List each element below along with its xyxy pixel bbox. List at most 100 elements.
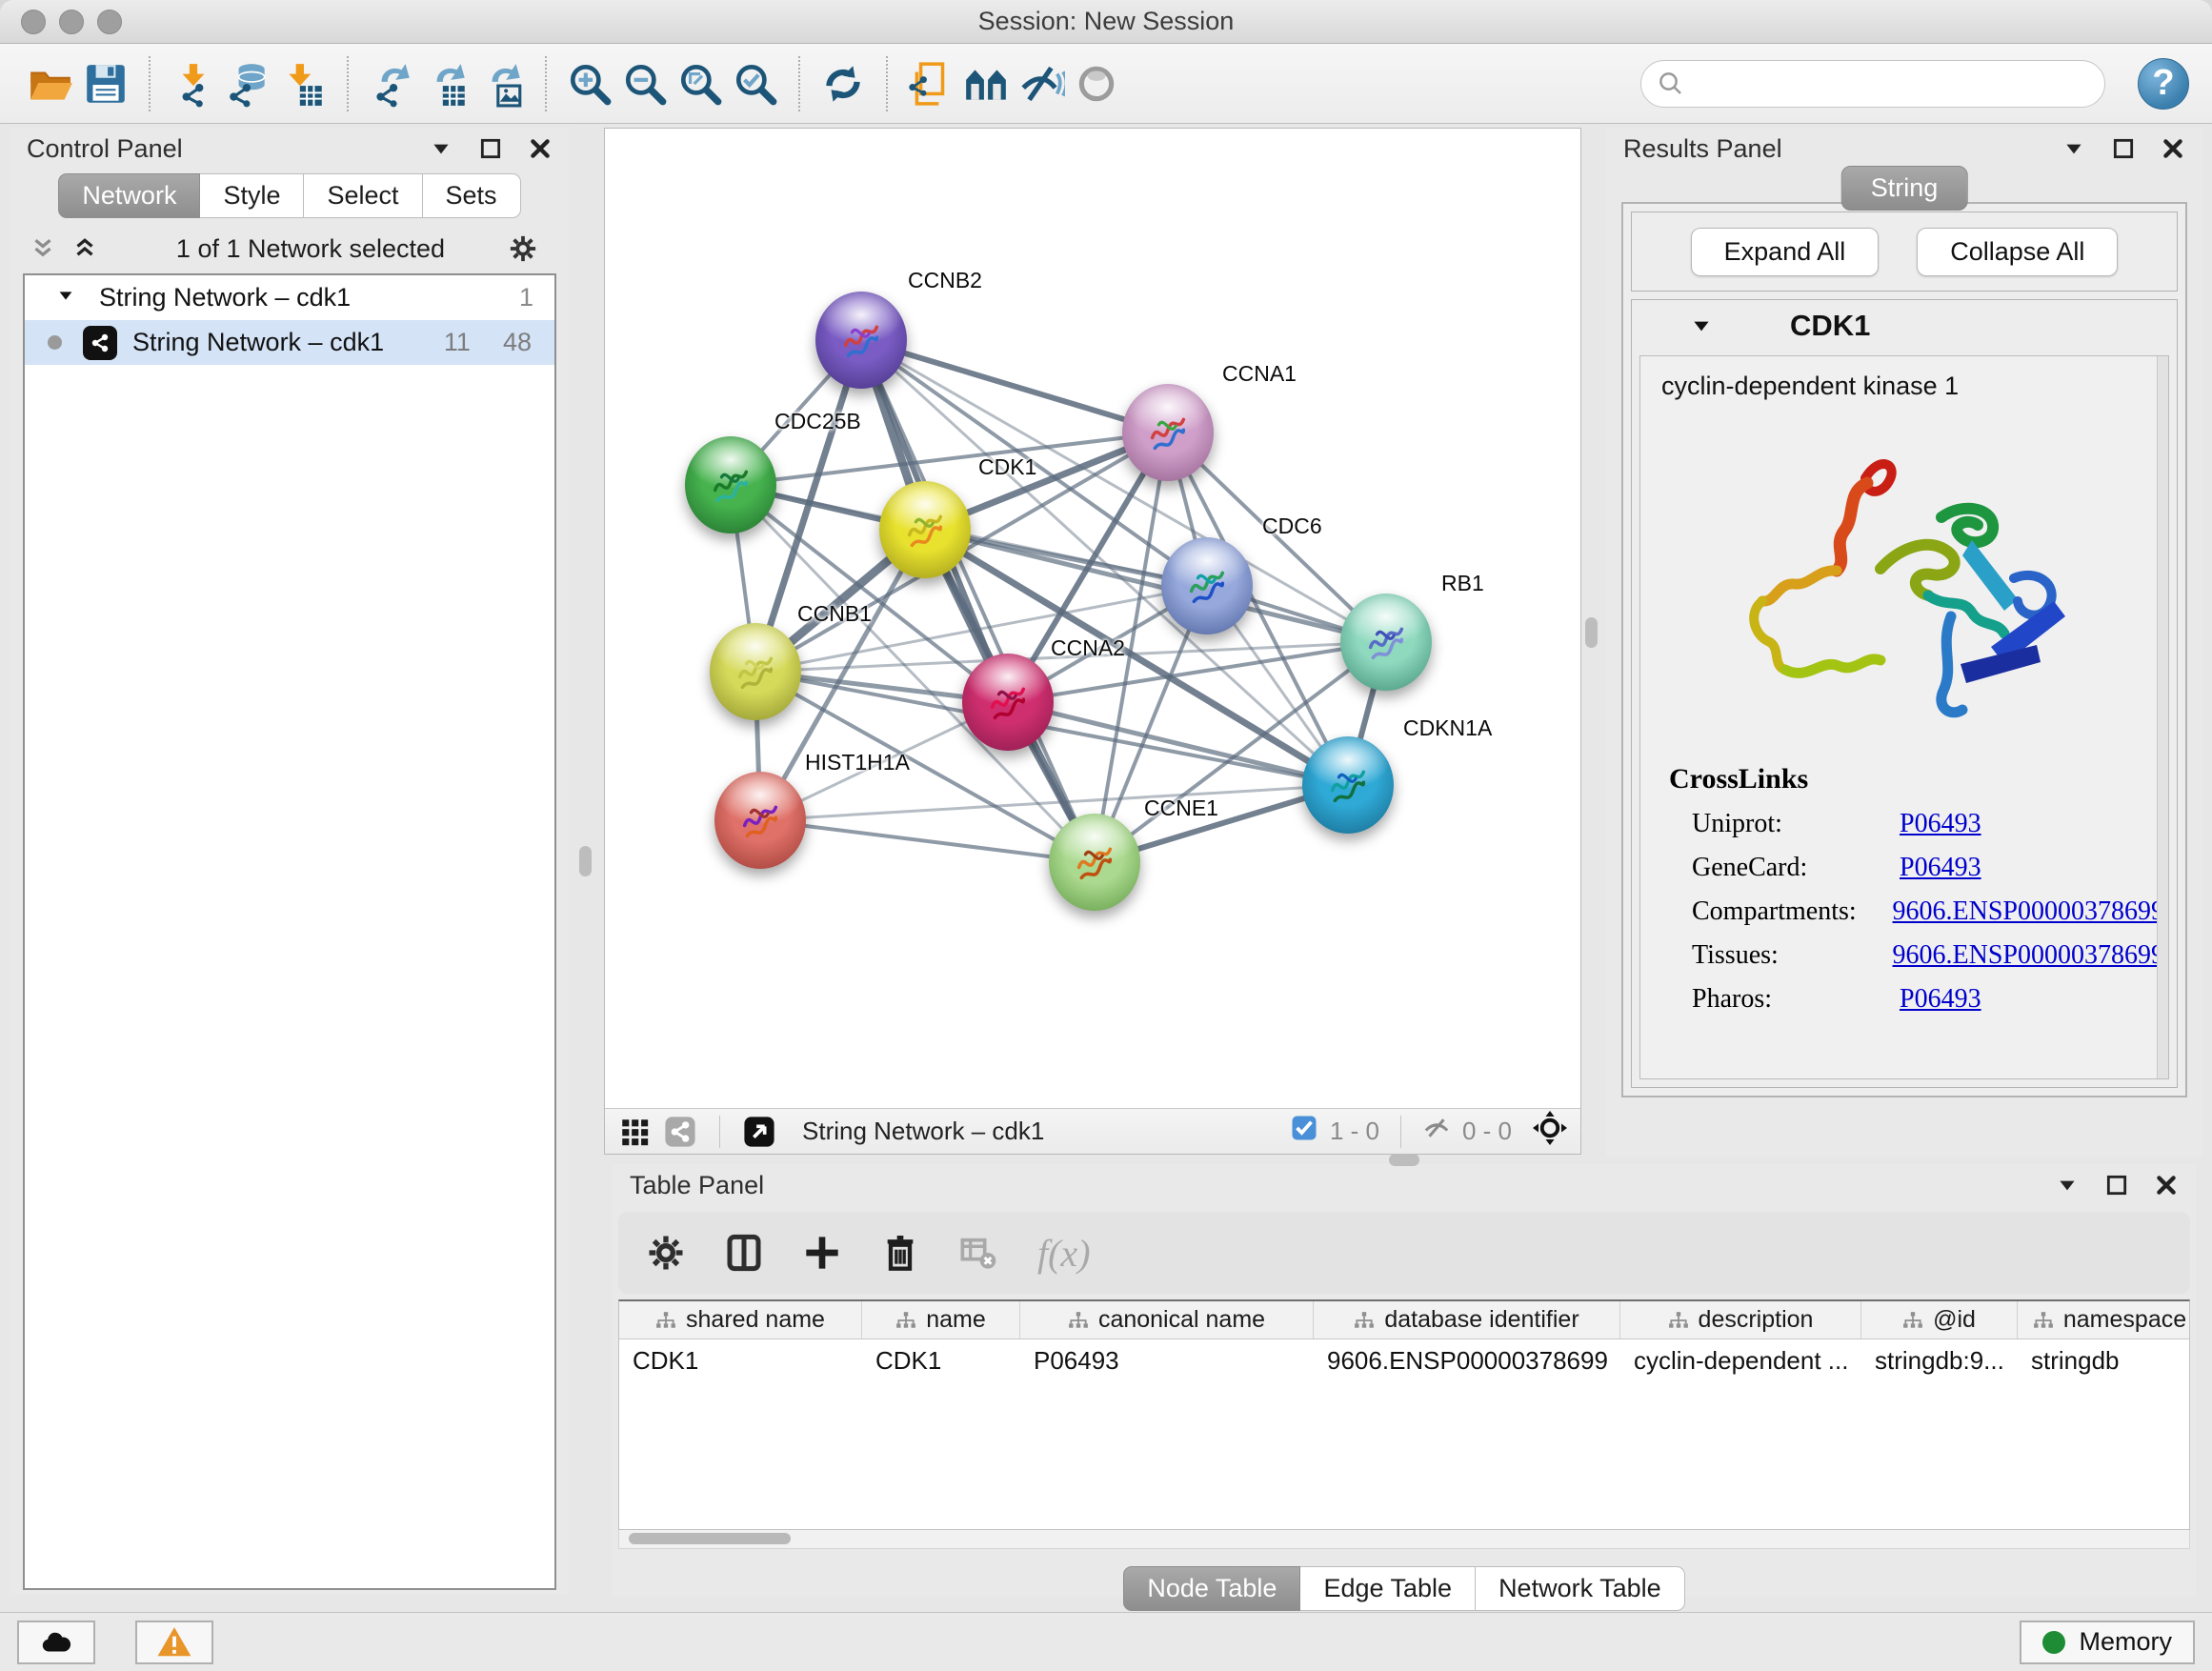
column-header-database-identifier[interactable]: database identifier (1314, 1301, 1620, 1339)
birdseye-icon[interactable] (1533, 1111, 1567, 1152)
tab-string[interactable]: String (1841, 166, 1968, 211)
column-header-canonical-name[interactable]: canonical name (1020, 1301, 1314, 1339)
expand-all-button[interactable]: Expand All (1691, 228, 1880, 276)
network-edge[interactable] (760, 820, 1095, 862)
selected-checkbox-icon[interactable] (1290, 1114, 1318, 1149)
memory-button[interactable]: Memory (2020, 1621, 2195, 1664)
network-node-hist1h1a[interactable] (714, 772, 806, 869)
collection-label: String Network – cdk1 (99, 283, 351, 312)
maximize-window-button[interactable] (97, 10, 122, 34)
delete-column-icon[interactable] (881, 1234, 919, 1272)
search-box[interactable] (1640, 60, 2105, 108)
collapse-all-networks-icon[interactable] (70, 234, 99, 263)
detach-view-icon[interactable] (743, 1116, 775, 1148)
export-table-button[interactable] (419, 56, 474, 111)
protein-ribbon-thumbnail (1067, 834, 1122, 891)
collection-expand-icon[interactable] (55, 283, 76, 312)
network-node-ccnb1[interactable] (710, 623, 801, 720)
tab-node-table[interactable]: Node Table (1123, 1566, 1300, 1611)
column-header-namespace[interactable]: namespace (2018, 1301, 2190, 1339)
network-node-cdkn1a[interactable] (1302, 736, 1394, 834)
show-eye-button[interactable] (1069, 56, 1124, 111)
close-panel-icon[interactable] (528, 136, 553, 161)
network-node-ccna1[interactable] (1122, 384, 1214, 481)
open-folder-button[interactable] (23, 56, 78, 111)
tab-network-table[interactable]: Network Table (1476, 1566, 1685, 1611)
network-edge[interactable] (861, 340, 1095, 862)
import-database-button[interactable] (221, 56, 276, 111)
column-header-description[interactable]: description (1620, 1301, 1861, 1339)
table-options-gear-icon[interactable] (647, 1234, 685, 1272)
network-options-gear-icon[interactable] (509, 234, 537, 263)
network-node-cdc25b[interactable] (685, 436, 776, 534)
table-row[interactable]: CDK1CDK1P064939606.ENSP00000378699cyclin… (619, 1339, 2189, 1381)
right-splitter-handle[interactable] (1585, 617, 1598, 648)
zoom-selected-button[interactable] (728, 56, 783, 111)
scrollbar-thumb[interactable] (629, 1533, 791, 1544)
close-panel-icon[interactable] (2161, 136, 2185, 161)
crosslink-link[interactable]: P06493 (1900, 809, 1981, 839)
hidden-eye-icon[interactable] (1422, 1114, 1451, 1149)
crosslink-link[interactable]: P06493 (1900, 984, 1981, 1015)
search-input[interactable] (1695, 69, 2089, 98)
horizontal-splitter-handle[interactable] (1389, 1154, 1419, 1166)
minimize-window-button[interactable] (59, 10, 84, 34)
close-panel-icon[interactable] (2154, 1173, 2179, 1198)
float-panel-icon[interactable] (2104, 1173, 2129, 1198)
network-collection-row[interactable]: String Network – cdk1 1 (25, 275, 554, 320)
network-node-rb1[interactable] (1340, 594, 1432, 691)
show-columns-icon[interactable] (725, 1234, 763, 1272)
column-header-shared-name[interactable]: shared name (619, 1301, 862, 1339)
tab-select[interactable]: Select (304, 173, 422, 218)
network-node-ccna2[interactable] (962, 654, 1054, 751)
cdk1-section-header[interactable]: CDK1 (1632, 300, 2177, 352)
hide-eye-button[interactable] (1014, 56, 1069, 111)
left-splitter-handle[interactable] (579, 846, 592, 876)
network-node-ccne1[interactable] (1049, 814, 1140, 911)
panel-menu-icon[interactable] (2055, 1173, 2080, 1198)
collapse-all-button[interactable]: Collapse All (1917, 228, 2118, 276)
crosslink-link[interactable]: P06493 (1900, 853, 1981, 883)
document-network-button[interactable] (903, 56, 958, 111)
tab-sets[interactable]: Sets (423, 173, 521, 218)
import-table-button[interactable] (276, 56, 332, 111)
table-horizontal-scrollbar[interactable] (618, 1530, 2190, 1549)
network-canvas[interactable]: CCNB2 CCNA1 CDC25B CDK1 CDC6 RB1 (605, 129, 1580, 1108)
grid-view-icon[interactable] (618, 1116, 651, 1148)
create-column-icon[interactable] (803, 1234, 841, 1272)
export-network-button[interactable] (364, 56, 419, 111)
float-panel-icon[interactable] (2111, 136, 2136, 161)
import-network-button[interactable] (166, 56, 221, 111)
crosslink-link[interactable]: 9606.ENSP00000378699 (1893, 940, 2164, 971)
network-thumbnail-icon[interactable] (664, 1116, 696, 1148)
tab-network[interactable]: Network (58, 173, 200, 218)
float-panel-icon[interactable] (478, 136, 503, 161)
main-toolbar: ? (0, 44, 2212, 124)
results-vertical-scrollbar[interactable] (2157, 356, 2168, 1078)
panel-menu-icon[interactable] (2061, 136, 2086, 161)
panel-menu-icon[interactable] (429, 136, 453, 161)
refresh-button[interactable] (815, 56, 871, 111)
zoom-in-button[interactable] (562, 56, 617, 111)
save-button[interactable] (78, 56, 133, 111)
zoom-fit-button[interactable] (673, 56, 728, 111)
zoom-out-button[interactable] (617, 56, 673, 111)
help-button[interactable]: ? (2138, 58, 2189, 110)
binoculars-button[interactable] (958, 56, 1014, 111)
section-collapse-icon[interactable] (1689, 313, 1714, 338)
column-header--id[interactable]: @id (1861, 1301, 2018, 1339)
network-node-ccnb2[interactable] (815, 292, 907, 389)
network-node-cdc6[interactable] (1161, 537, 1253, 634)
crosslink-link[interactable]: 9606.ENSP00000378699 (1893, 896, 2164, 927)
tab-style[interactable]: Style (200, 173, 304, 218)
export-image-button[interactable] (474, 56, 530, 111)
tab-edge-table[interactable]: Edge Table (1300, 1566, 1476, 1611)
warnings-button[interactable] (135, 1621, 213, 1664)
expand-all-networks-icon[interactable] (29, 234, 57, 263)
network-edge[interactable] (861, 340, 1168, 433)
cloud-button[interactable] (17, 1621, 95, 1664)
network-node-cdk1[interactable] (879, 481, 971, 578)
network-row[interactable]: String Network – cdk1 11 48 (25, 320, 554, 365)
column-header-name[interactable]: name (862, 1301, 1020, 1339)
close-window-button[interactable] (21, 10, 46, 34)
